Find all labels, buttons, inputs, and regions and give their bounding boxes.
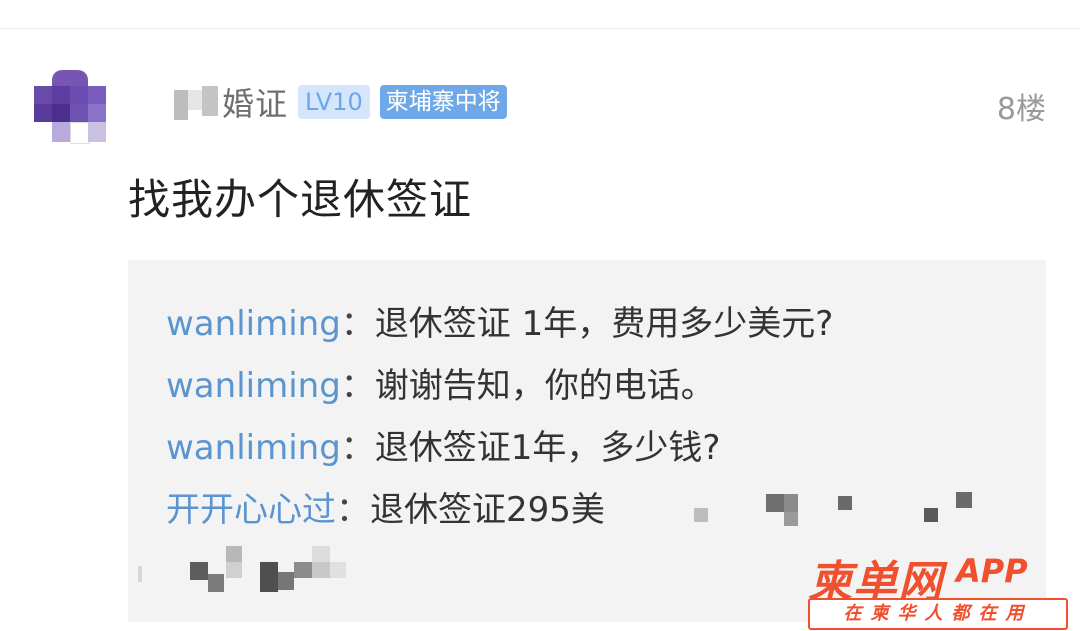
post-page: 婚证 LV10 柬埔寨中将 8楼 找我办个退休签证 wanliming：退休签证… bbox=[0, 0, 1080, 631]
floor-number: 8楼 bbox=[996, 92, 1046, 127]
reply-separator: ： bbox=[340, 366, 375, 406]
avatar[interactable] bbox=[34, 70, 106, 146]
watermark-slogan: 在柬华人都在用 bbox=[808, 598, 1068, 630]
redaction-mosaic bbox=[688, 492, 988, 532]
reply-text: 退休签证295美 bbox=[370, 490, 605, 530]
post-content: 找我办个退休签证 bbox=[128, 175, 473, 224]
username[interactable]: 婚证 bbox=[222, 79, 288, 125]
reply-separator: ： bbox=[340, 428, 375, 468]
reply-item[interactable]: wanliming：谢谢告知，你的电话。 bbox=[166, 358, 715, 407]
reply-separator: ： bbox=[336, 490, 370, 530]
redaction-mosaic bbox=[138, 544, 358, 600]
reply-text: 退休签证1年，多少钱? bbox=[374, 428, 721, 468]
reply-username[interactable]: wanliming bbox=[166, 366, 341, 406]
watermark-logo: 柬单网 APP 在柬华人都在用 bbox=[808, 546, 1070, 630]
reply-username[interactable]: wanliming bbox=[166, 428, 341, 468]
reply-separator: ： bbox=[340, 304, 375, 344]
reply-item[interactable]: wanliming：退休签证 1年，费用多少美元? bbox=[166, 296, 833, 345]
reply-text: 谢谢告知，你的电话。 bbox=[374, 366, 715, 406]
watermark-app: APP bbox=[956, 552, 1028, 590]
reply-item[interactable]: 开开心心过：退休签证295美 bbox=[166, 482, 605, 531]
level-badge: LV10 bbox=[298, 85, 370, 119]
rank-badge: 柬埔寨中将 bbox=[379, 85, 507, 119]
reply-item[interactable]: wanliming：退休签证1年，多少钱? bbox=[166, 420, 720, 469]
reply-username[interactable]: wanliming bbox=[166, 304, 341, 344]
user-info: 婚证 LV10 柬埔寨中将 bbox=[170, 79, 507, 125]
reply-username[interactable]: 开开心心过 bbox=[166, 490, 336, 530]
top-divider bbox=[0, 28, 1080, 29]
reply-text: 退休签证 1年，费用多少美元? bbox=[374, 304, 834, 344]
username-mosaic bbox=[170, 82, 220, 122]
